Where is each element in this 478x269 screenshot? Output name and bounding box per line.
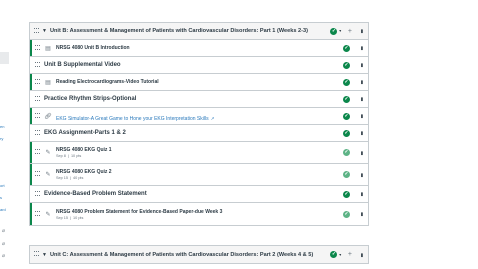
check-circle-icon[interactable]: ✓ [330,27,338,35]
kebab-menu-icon[interactable]: ••• [358,212,364,215]
drag-handle-icon[interactable] [35,210,40,218]
external-link-title[interactable]: EKG Simulator-A Great Game to Hone your … [56,116,209,122]
text-header-title: Evidence-Based Problem Statement [44,191,147,197]
nav-item-fragment[interactable]: ard [0,207,6,212]
check-circle-icon[interactable]: ✓ [330,251,338,258]
kebab-menu-icon[interactable]: ••• [358,97,364,100]
course-modules-page: en ry ort s ard ⌀ ⌀ ⌀ ▼ Unit B: Assessme… [0,0,478,269]
kebab-menu-icon[interactable]: ••• [358,151,364,154]
points: 10 pts [73,215,84,220]
check-circle-icon[interactable]: ✓ [343,112,350,120]
points: 10 pts [70,154,82,158]
course-navigation: en ry ort s ard ⌀ ⌀ ⌀ [0,0,9,269]
check-circle-icon[interactable]: ✓ [343,129,350,137]
text-header-title: Unit B Supplemental Video [44,62,121,68]
nav-item-fragment[interactable]: s [0,195,2,200]
drag-handle-icon[interactable] [34,251,39,258]
link-icon: 🔗︎ [44,113,52,120]
item-meta: Sep 8 | 10 pts [56,154,82,158]
check-circle-icon[interactable]: ✓ [343,44,350,52]
check-circle-icon[interactable]: ✓ [343,61,350,69]
module-title: Unit B: Assessment & Management of Patie… [49,28,308,34]
check-circle-icon[interactable]: ✓ [343,190,350,198]
module-unit-b: ▼ Unit B: Assessment & Management of Pat… [29,22,369,226]
assignment-icon: ✎ [45,211,51,218]
drag-handle-icon[interactable] [34,27,39,35]
kebab-menu-icon[interactable]: ••• [358,80,364,83]
page-icon: ▤ [45,45,51,52]
item-title[interactable]: NRSG 4080 Unit B Introduction [56,45,343,51]
collapse-caret-icon[interactable]: ▼ [42,252,47,258]
module-item[interactable]: ✎ NRSG 4080 Problem Statement for Eviden… [30,203,368,225]
quiz-icon: ✎ [45,172,51,178]
nav-item-fragment[interactable]: ry [0,136,3,141]
nav-item-fragment[interactable]: en [0,124,4,129]
module-item[interactable]: ✎ NRSG 4080 EKG Quiz 2 Sep 15 | 40 pts ✓ •… [30,164,368,186]
module-header[interactable]: ▼ Unit B: Assessment & Management of Pat… [30,23,368,40]
module-item[interactable]: ✎ NRSG 4080 EKG Quiz 1 Sep 8 | 10 pts ✓ ••… [30,142,368,164]
drag-handle-icon[interactable] [35,129,40,137]
paperclip-icon: ⌀ [2,228,6,234]
text-header-title: EKG Assignment-Parts 1 & 2 [44,130,126,136]
plus-icon[interactable]: + [348,251,352,258]
collapse-caret-icon[interactable]: ▼ [42,28,47,34]
drag-handle-icon[interactable] [35,190,40,198]
module-text-header[interactable]: Practice Rhythm Strips-Optional ✓ ••• [30,91,368,108]
item-title[interactable]: NRSG 4080 EKG Quiz 1 [56,147,343,153]
module-header[interactable]: ▼ Unit C: Assessment & Management of Pat… [30,246,368,263]
kebab-menu-icon[interactable]: ••• [358,173,364,176]
item-meta: Sep 15 | 10 pts [56,215,84,220]
kebab-menu-icon[interactable]: ••• [358,253,364,256]
nav-item-fragment[interactable]: ort [0,183,5,188]
drag-handle-icon[interactable] [35,171,40,178]
drag-handle-icon[interactable] [35,44,40,52]
module-text-header[interactable]: Evidence-Based Problem Statement ✓ ••• [30,186,368,203]
check-circle-icon[interactable]: ✓ [343,78,350,86]
due-date: Sep 8 [56,154,66,158]
item-title[interactable]: Reading Electrocardiograms-Video Tutoria… [56,79,343,85]
page-icon: ▤ [45,79,51,86]
item-title[interactable]: NRSG 4080 Problem Statement for Evidence… [56,209,343,215]
drag-handle-icon[interactable] [35,149,40,156]
kebab-menu-icon[interactable]: ••• [358,63,364,66]
kebab-menu-icon[interactable]: ••• [358,192,364,195]
points: 40 pts [73,176,84,180]
check-circle-icon[interactable]: ✓ [343,95,350,103]
check-circle-icon[interactable]: ✓ [343,171,350,178]
item-meta: Sep 15 | 40 pts [56,176,84,180]
chevron-down-icon[interactable]: ▼ [338,29,341,33]
paperclip-icon: ⌀ [2,241,6,247]
quiz-icon: ✎ [45,150,51,156]
external-link-icon: ↗ [210,116,215,121]
due-date: Sep 15 [56,176,69,180]
module-text-header[interactable]: EKG Assignment-Parts 1 & 2 ✓ ••• [30,125,368,142]
module-item[interactable]: 🔗︎ EKG Simulator-A Great Game to Hone yo… [30,108,368,125]
plus-icon[interactable]: + [348,28,352,35]
module-item[interactable]: ▤ NRSG 4080 Unit B Introduction ✓ ••• [30,40,368,57]
check-circle-icon[interactable]: ✓ [343,210,350,218]
module-item[interactable]: ▤ Reading Electrocardiograms-Video Tutor… [30,74,368,91]
text-header-title: Practice Rhythm Strips-Optional [44,96,137,102]
module-unit-c: ▼ Unit C: Assessment & Management of Pat… [29,245,369,264]
kebab-menu-icon[interactable]: ••• [358,29,364,32]
kebab-menu-icon[interactable]: ••• [358,46,364,49]
chevron-down-icon[interactable]: ▼ [338,253,341,257]
check-circle-icon[interactable]: ✓ [343,149,350,156]
paperclip-icon: ⌀ [2,253,6,259]
drag-handle-icon[interactable] [35,112,40,120]
kebab-menu-icon[interactable]: ••• [358,131,364,134]
drag-handle-icon[interactable] [35,61,40,69]
kebab-menu-icon[interactable]: ••• [358,114,364,117]
module-title: Unit C: Assessment & Management of Patie… [49,251,314,258]
module-text-header[interactable]: Unit B Supplemental Video ✓ ••• [30,57,368,74]
drag-handle-icon[interactable] [35,78,40,86]
item-title[interactable]: NRSG 4080 EKG Quiz 2 [56,169,343,175]
drag-handle-icon[interactable] [35,95,40,103]
due-date: Sep 15 [56,215,69,220]
nav-active-highlight [0,52,9,64]
